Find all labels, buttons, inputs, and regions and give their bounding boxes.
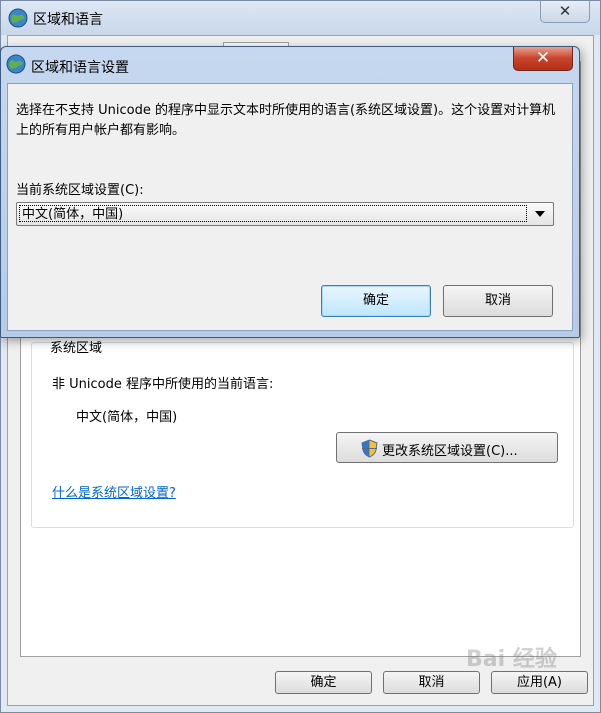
current-system-locale-label: 当前系统区域设置(C):: [16, 183, 144, 198]
dialog-close-button[interactable]: ✕: [513, 47, 573, 71]
region-language-settings-dialog: 区域和语言设置 ✕ 选择在不支持 Unicode 的程序中显示文本时所使用的语言…: [0, 46, 580, 338]
what-is-system-locale-link[interactable]: 什么是系统区域设置?: [52, 482, 176, 501]
parent-ok-button[interactable]: 确定: [275, 671, 372, 694]
change-system-locale-button[interactable]: 更改系统区域设置(C)...: [336, 432, 558, 463]
nonunicode-label: 非 Unicode 程序中所使用的当前语言:: [52, 377, 274, 392]
close-icon: ✕: [535, 48, 551, 68]
shield-icon: [361, 439, 378, 458]
dialog-title: 区域和语言设置: [31, 60, 129, 76]
dialog-description: 选择在不支持 Unicode 的程序中显示文本时所使用的语言(系统区域设置)。这…: [16, 103, 556, 138]
parent-title: 区域和语言: [33, 12, 103, 28]
system-locale-group: 系统区域 非 Unicode 程序中所使用的当前语言: 中文(简体，中国) 更改…: [31, 341, 574, 528]
globe-icon: [6, 54, 26, 74]
nonunicode-value: 中文(简体，中国): [76, 410, 178, 425]
dialog-content: 选择在不支持 Unicode 的程序中显示文本时所使用的语言(系统区域设置)。这…: [7, 83, 573, 331]
dropdown-arrow-icon: [535, 211, 545, 217]
dialog-cancel-button[interactable]: 取消: [443, 285, 553, 317]
parent-close-button[interactable]: ✕: [540, 1, 590, 23]
watermark: Bai 经验: [466, 647, 557, 672]
parent-titlebar[interactable]: 区域和语言 ✕: [1, 1, 600, 35]
system-locale-select-value: 中文(简体，中国): [19, 205, 527, 222]
change-system-locale-label: 更改系统区域设置(C)...: [382, 444, 518, 459]
group-title: 系统区域: [50, 341, 103, 356]
system-locale-select[interactable]: 中文(简体，中国): [16, 202, 554, 226]
globe-icon: [8, 8, 28, 28]
dialog-ok-button[interactable]: 确定: [321, 285, 431, 317]
close-icon: ✕: [558, 2, 572, 20]
